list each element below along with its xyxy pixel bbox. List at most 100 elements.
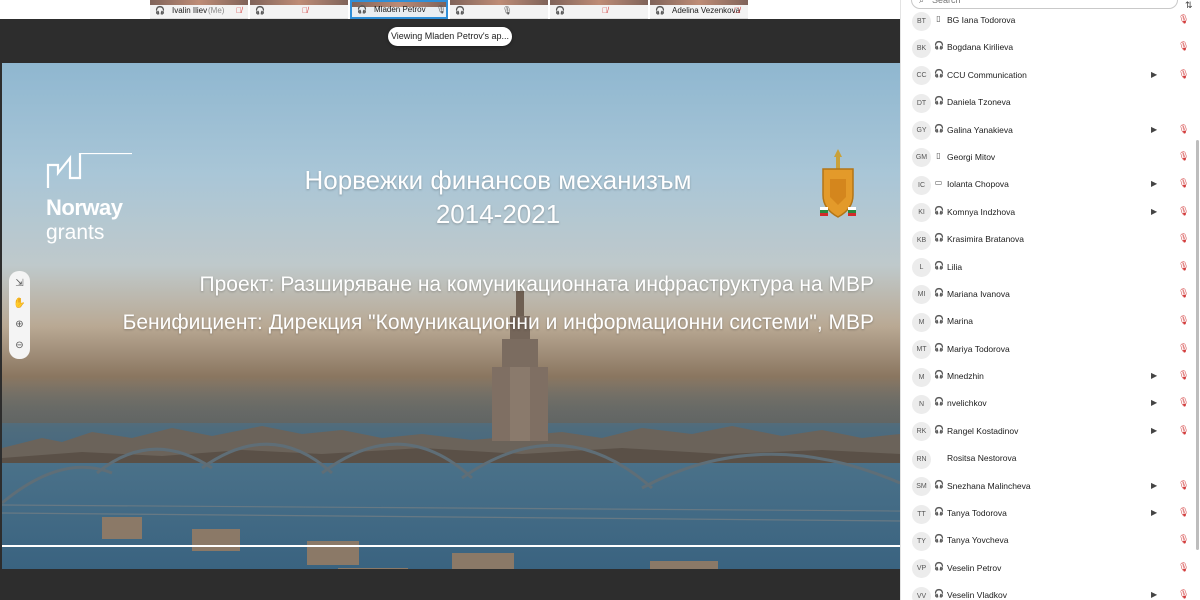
participant-row[interactable]: MT 🎧 Mariya Todorova 🎙 — [901, 336, 1200, 363]
video-camera-icon[interactable]: ▶ — [1151, 70, 1157, 79]
thumbnail-name: Ivalin Iliev — [172, 6, 208, 15]
participant-row[interactable]: CC 🎧 CCU Communication ▶ 🎙 — [901, 62, 1200, 89]
slide-title-line2: 2014-2021 — [435, 199, 561, 229]
headset-icon: 🎧 — [934, 561, 944, 571]
video-camera-icon[interactable]: ▶ — [1151, 125, 1157, 134]
zoom-out-icon[interactable]: ⊖ — [9, 337, 30, 355]
participant-row[interactable]: VV 🎧 Veselin Vladkov ▶ 🎙 — [901, 582, 1200, 600]
mic-muted-icon[interactable]: 🎙 — [1178, 425, 1189, 436]
mic-icon: 🎙 — [436, 5, 447, 14]
participant-thumbnail[interactable]: 🎧 🎙̸ — [550, 0, 648, 19]
mic-muted-icon[interactable]: 🎙 — [1178, 534, 1189, 545]
ministry-coat-of-arms-icon — [820, 149, 856, 218]
mic-muted-icon[interactable]: 🎙 — [1178, 288, 1189, 299]
participant-thumbnail[interactable]: 🎧 Ivalin Iliev (Me) 🎙̸ — [150, 0, 248, 19]
avatar: DT — [912, 93, 931, 113]
participant-row[interactable]: BT ▯ BG Iana Todorova 🎙 — [901, 7, 1200, 34]
participant-row[interactable]: TY 🎧 Tanya Yovcheva 🎙 — [901, 527, 1200, 554]
headset-icon: 🎧 — [255, 6, 265, 15]
shared-presentation-slide: Norway grants Норвежки финансов механизъ… — [2, 63, 900, 569]
mic-muted-icon[interactable]: 🎙 — [1178, 69, 1189, 80]
participant-name: Krasimira Bratanova — [947, 234, 1025, 245]
pointer-tool-icon[interactable]: ⇲ — [9, 275, 30, 293]
headset-icon: 🎧 — [655, 6, 665, 15]
participant-row[interactable]: MI 🎧 Mariana Ivanova 🎙 — [901, 281, 1200, 308]
mic-muted-icon[interactable]: 🎙 — [1178, 343, 1189, 354]
slide-beneficiary-text: Бенифициент: Дирекция "Комуникационни и … — [122, 311, 874, 334]
headset-icon: 🎧 — [934, 397, 944, 407]
participant-name: Rositsa Nestorova — [947, 453, 1017, 464]
headset-icon: 🎧 — [934, 260, 944, 270]
mic-muted-icon[interactable]: 🎙 — [1178, 589, 1189, 600]
participant-row[interactable]: SM 🎧 Snezhana Malincheva ▶ 🎙 — [901, 473, 1200, 500]
thumbnail-meta-bar: 🎧 Ivalin Iliev (Me) 🎙̸ — [150, 5, 248, 17]
mic-muted-icon[interactable]: 🎙 — [1178, 178, 1189, 189]
participant-row[interactable]: DT 🎧 Daniela Tzoneva — [901, 89, 1200, 116]
video-camera-icon[interactable]: ▶ — [1151, 371, 1157, 380]
thumbnail-name: Adelina Vezenkova — [672, 6, 741, 15]
mic-muted-icon[interactable]: 🎙 — [1178, 370, 1189, 381]
participant-row[interactable]: BK 🎧 Bogdana Kirilieva 🎙 — [901, 34, 1200, 61]
video-camera-icon[interactable]: ▶ — [1151, 590, 1157, 599]
participant-row[interactable]: VP 🎧 Veselin Petrov 🎙 — [901, 555, 1200, 582]
video-camera-icon[interactable]: ▶ — [1151, 398, 1157, 407]
avatar: TY — [912, 531, 931, 551]
video-camera-icon[interactable]: ▶ — [1151, 508, 1157, 517]
slide-footer-divider — [2, 545, 900, 547]
mic-muted-icon[interactable]: 🎙 — [1178, 151, 1189, 162]
participant-row[interactable]: L 🎧 Lilia 🎙 — [901, 254, 1200, 281]
participant-row[interactable]: GM ▯ Georgi Mitov 🎙 — [901, 144, 1200, 171]
logo-word-grants: grants — [46, 221, 105, 244]
mic-muted-icon[interactable]: 🎙 — [1178, 233, 1189, 244]
video-camera-icon[interactable]: ▶ — [1151, 481, 1157, 490]
headset-icon: 🎧 — [934, 41, 944, 51]
participant-list-scrollbar[interactable] — [1196, 140, 1199, 550]
participant-thumbnail[interactable]: 🎧 Mladen Petrov 🎙 — [350, 0, 448, 19]
mic-muted-icon[interactable]: 🎙 — [1178, 206, 1189, 217]
participant-name: Komnya Indzhova — [947, 206, 1016, 217]
headset-icon: 🎧 — [934, 123, 944, 133]
thumbnail-me-tag: (Me) — [208, 6, 225, 15]
headset-icon: 🎧 — [357, 5, 367, 14]
participant-row[interactable]: RK 🎧 Rangel Kostadinov ▶ 🎙 — [901, 418, 1200, 445]
mic-muted-icon[interactable]: 🎙 — [1178, 562, 1189, 573]
mic-muted-icon[interactable]: 🎙 — [1178, 14, 1189, 25]
headset-icon: 🎧 — [555, 6, 565, 15]
participant-row[interactable]: KI 🎧 Komnya Indzhova ▶ 🎙 — [901, 199, 1200, 226]
avatar: KB — [912, 230, 931, 250]
participant-thumbnail[interactable]: 🎧 Adelina Vezenkova 🎙̸ — [650, 0, 748, 19]
participant-row[interactable]: N 🎧 nvelichkov ▶ 🎙 — [901, 390, 1200, 417]
participant-row[interactable]: KB 🎧 Krasimira Bratanova 🎙 — [901, 226, 1200, 253]
mic-muted-icon[interactable]: 🎙 — [1178, 507, 1189, 518]
participant-name: Mariya Todorova — [947, 343, 1010, 354]
mic-muted-icon[interactable]: 🎙 — [1178, 397, 1189, 408]
pan-tool-icon[interactable]: ✋ — [9, 295, 30, 313]
participant-row[interactable]: GY 🎧 Galina Yanakieva ▶ 🎙 — [901, 117, 1200, 144]
viewing-shared-screen-banner[interactable]: Viewing Mladen Petrov's ap... — [388, 27, 512, 46]
mic-muted-icon[interactable]: 🎙 — [1178, 315, 1189, 326]
participant-thumbnail-strip: 🎧 Ivalin Iliev (Me) 🎙̸ 🎧 🎙̸ 🎧 Mladen Petrov 🎙 🎧 🎙 🎧… — [0, 0, 900, 19]
participant-name: Mnedzhin — [947, 371, 984, 382]
screen-icon: ▭ — [934, 178, 943, 188]
mic-muted-icon[interactable]: 🎙 — [1178, 41, 1189, 52]
participant-row[interactable]: IC ▭ Iolanta Chopova ▶ 🎙 — [901, 171, 1200, 198]
video-camera-icon[interactable]: ▶ — [1151, 179, 1157, 188]
headset-icon: 🎧 — [155, 6, 165, 15]
video-camera-icon[interactable]: ▶ — [1151, 426, 1157, 435]
participant-row[interactable]: TT 🎧 Tanya Todorova ▶ 🎙 — [901, 500, 1200, 527]
mic-muted-icon[interactable]: 🎙 — [1178, 261, 1189, 272]
participant-row[interactable]: M 🎧 Mnedzhin ▶ 🎙 — [901, 363, 1200, 390]
avatar: M — [912, 312, 931, 332]
mic-muted-icon[interactable]: 🎙 — [1178, 480, 1189, 491]
participant-name: Lilia — [947, 261, 963, 272]
participant-row[interactable]: RN Rositsa Nestorova — [901, 445, 1200, 472]
participant-thumbnail[interactable]: 🎧 🎙 — [450, 0, 548, 19]
headset-icon: 🎧 — [934, 315, 944, 325]
participant-thumbnail[interactable]: 🎧 🎙̸ — [250, 0, 348, 19]
participant-row[interactable]: M 🎧 Marina 🎙 — [901, 308, 1200, 335]
video-camera-icon[interactable]: ▶ — [1151, 207, 1157, 216]
participant-search-input[interactable] — [932, 0, 1162, 6]
mic-muted-icon[interactable]: 🎙 — [1178, 124, 1189, 135]
zoom-in-icon[interactable]: ⊕ — [9, 316, 30, 334]
headset-icon: 🎧 — [934, 534, 944, 544]
